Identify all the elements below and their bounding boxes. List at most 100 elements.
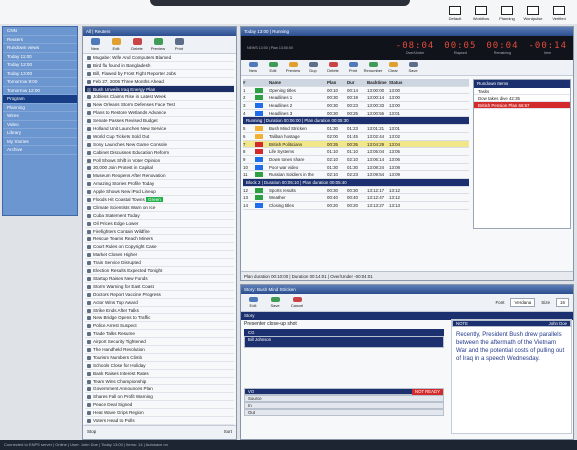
story-item[interactable]: Firefighters Contain Wildfire — [85, 228, 234, 236]
story-item[interactable]: Shares Fall on Profit Warning — [85, 393, 234, 402]
story-item[interactable]: Oil Prices Edge Lower — [85, 220, 234, 228]
story-item[interactable]: Airport Security Tightened — [85, 338, 234, 346]
sort-button[interactable]: Sort — [224, 429, 232, 434]
rundown-row[interactable]: 5 Bush Mind Stricken 01:30 01:23 13:01:21 13:… — [243, 125, 469, 133]
story-item[interactable]: Heat Wave Grips Region — [85, 409, 234, 417]
story-item[interactable]: Peace Deal Signed — [85, 401, 234, 410]
story-item[interactable]: Climate Scientists Warn on Ice — [85, 204, 234, 212]
rundown-row[interactable]: 9 Down tones share 02:10 02:10 13:06:14 13:06 — [243, 156, 469, 164]
size-select[interactable]: 16 — [555, 298, 569, 307]
rundown-row[interactable]: 13 Weather 00:40 00:40 13:12:47 13:12 — [243, 194, 469, 202]
in-slot[interactable]: In — [244, 402, 444, 409]
save-button[interactable]: Save — [267, 297, 283, 308]
out-slot[interactable]: Out — [244, 409, 444, 416]
story-item[interactable]: Startup Raises New Funds — [85, 275, 234, 283]
rundown-row[interactable]: 12 Sports results 00:30 00:30 13:12:17 13:12 — [243, 187, 469, 195]
rundown-row[interactable]: 7 British Politicians 00:35 00:35 13:04:29 13… — [243, 140, 469, 149]
rundown-toolbar-button[interactable]: Delete — [325, 62, 341, 73]
layout-workflow[interactable]: Workflow — [471, 6, 491, 21]
story-item[interactable]: Train Service Disrupted — [85, 259, 234, 268]
nav-item[interactable]: Tomorrow 9:00 — [3, 78, 77, 87]
nav-item[interactable]: Program — [3, 95, 77, 104]
story-toolbar-button[interactable]: Preview — [150, 38, 166, 51]
column-header[interactable]: Backtime — [367, 79, 389, 87]
story-item[interactable]: Voters Head to Polls — [85, 417, 234, 425]
source-slot[interactable]: Source — [244, 395, 444, 402]
story-item[interactable]: Election Results Expected Tonight — [85, 267, 234, 275]
story-item[interactable]: Senate Passes Revised Budget — [85, 117, 234, 126]
story-item[interactable]: Court Rules on Copyright Case — [85, 243, 234, 252]
story-item[interactable]: Market Closes Higher — [85, 251, 234, 260]
story-item[interactable]: Actor Wins Top Award — [85, 299, 234, 307]
story-toolbar-button[interactable]: New — [87, 38, 103, 51]
story-item[interactable]: Bird flu found in Bangladesh — [85, 62, 234, 70]
rundown-row[interactable]: 1 Opening titles 00:10 00:14 13:00:00 13:00 — [243, 87, 469, 95]
story-item[interactable]: Apple Shows New iPod Lineup — [85, 188, 234, 197]
rundown-toolbar-button[interactable]: Edit — [265, 62, 281, 73]
layout-default[interactable]: Default — [445, 6, 465, 21]
nav-item[interactable]: Reuters — [3, 36, 77, 44]
nav-item[interactable]: Planning — [3, 104, 77, 112]
rundown-row[interactable]: 2 Headlines 1 00:30 00:19 13:00:14 13:00 — [243, 94, 469, 103]
story-item[interactable]: Rescue Teams Reach Miners — [85, 235, 234, 244]
rundown-toolbar-button[interactable]: New — [245, 62, 261, 73]
story-toolbar-button[interactable]: Print — [171, 38, 187, 51]
nav-item[interactable]: Wires — [3, 112, 77, 121]
story-item[interactable]: Mugabe: Wife And Computers Blamed — [85, 54, 234, 62]
layout-planning[interactable]: Planning — [497, 6, 517, 21]
rundown-row[interactable]: 14 Closing titles 00:20 00:20 13:13:27 13:13 — [243, 202, 469, 210]
rundown-toolbar-button[interactable]: Print — [345, 62, 361, 73]
story-item[interactable]: Floods Hit Coastal Towns Green — [85, 196, 234, 204]
stop-button[interactable]: Stop — [87, 429, 96, 434]
nav-item[interactable]: Archive — [3, 146, 77, 155]
rundown-toolbar-button[interactable]: Save — [405, 62, 421, 73]
column-header[interactable]: Dur — [347, 79, 367, 87]
cg-name-slot[interactable]: Bill Johnson — [244, 336, 444, 348]
story-item[interactable]: Sony Launches New Game Console — [85, 141, 234, 149]
rundown-row[interactable]: 4 Headlines 3 00:30 00:25 13:00:56 13:01 — [243, 110, 469, 118]
nav-item[interactable]: Rundown views — [3, 44, 77, 53]
story-toolbar-button[interactable]: Delete — [129, 38, 145, 51]
rundown-item-row[interactable]: Tasks — [474, 88, 570, 95]
layout-verified[interactable]: Verified — [549, 6, 569, 21]
nav-item[interactable]: CNN — [3, 27, 77, 36]
story-item[interactable]: Bill, Flawed by Frost Fight Reporter Job… — [85, 70, 234, 78]
column-header[interactable]: # — [243, 79, 255, 87]
edit-button[interactable]: Edit — [245, 297, 261, 308]
nav-item[interactable]: My Stories — [3, 138, 77, 146]
story-item[interactable]: The Handheld Revolution — [85, 346, 234, 354]
cancel-button[interactable]: Cancel — [289, 297, 305, 308]
column-header[interactable]: Name — [269, 79, 327, 87]
column-header[interactable]: Plan — [327, 79, 347, 87]
story-item[interactable]: Doctors Report Vaccine Progress — [85, 291, 234, 299]
cg-slot-header[interactable]: CG — [244, 329, 444, 336]
story-item[interactable]: Poll Shows Shift in Voter Opinion — [85, 157, 234, 165]
story-item[interactable]: Trade Talks Resume — [85, 330, 234, 339]
nav-item[interactable]: Tomorrow 12:00 — [3, 87, 77, 95]
story-item[interactable]: 30,000 Join Protest in Capital — [85, 164, 234, 173]
nav-item[interactable]: Today 12:00 — [3, 61, 77, 70]
rundown-row[interactable]: 6 Taliban hostage 02:00 01:45 13:02:44 13:02 — [243, 133, 469, 141]
story-item[interactable]: Bank Raises Interest Rates — [85, 370, 234, 378]
rundown-toolbar-button[interactable]: Preview — [285, 62, 301, 73]
story-item[interactable]: Team Wins Championship — [85, 378, 234, 386]
story-item[interactable]: Storm Warning for East Coast — [85, 283, 234, 291]
story-item[interactable]: World Cup Tickets Sold Out — [85, 133, 234, 141]
story-item[interactable]: Amazing Stories Profile Today — [85, 180, 234, 189]
story-item[interactable]: New Bridge Opens to Traffic — [85, 314, 234, 323]
layout-wordpulse[interactable]: Wordpulse — [523, 6, 543, 21]
rundown-row[interactable]: 3 Headlines 2 00:30 00:23 13:00:33 13:00 — [243, 102, 469, 110]
story-item[interactable]: Tourism Numbers Climb — [85, 354, 234, 362]
rundown-item-row[interactable]: Dow takes dive 42:35 — [474, 95, 570, 102]
story-item[interactable]: Plans to Restore Wetlands Advance — [85, 109, 234, 118]
rundown-toolbar-button[interactable]: Clear — [385, 62, 401, 73]
nav-item[interactable]: Today 11:00 — [3, 53, 77, 61]
story-item[interactable]: Bush Unveils Iraq Energy Plan — [85, 85, 234, 94]
vo-slot-header[interactable]: VO NOT READY — [244, 388, 444, 395]
story-item[interactable]: Schools Close for Holiday — [85, 362, 234, 370]
rundown-row[interactable]: 11 Russian Soldiers in the 02:10 02:23 13:09… — [243, 171, 469, 179]
story-item[interactable]: Cabinet Discusses Education Reform — [85, 149, 234, 157]
story-item[interactable]: Police Arrest Suspect — [85, 322, 234, 331]
story-item[interactable]: Government Announces Plan — [85, 385, 234, 394]
font-select[interactable]: Verdana — [510, 298, 536, 307]
